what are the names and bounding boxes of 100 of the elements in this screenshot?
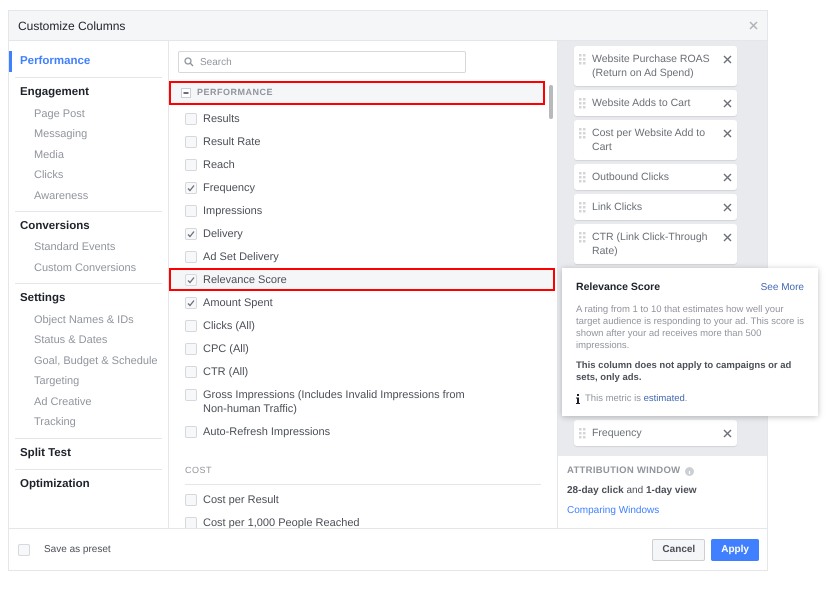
remove-icon[interactable] — [723, 429, 732, 438]
checkbox[interactable] — [185, 342, 197, 354]
column-option[interactable]: Relevance Score — [169, 268, 555, 291]
sidebar-item[interactable]: Custom Conversions — [15, 258, 162, 278]
checkbox[interactable] — [185, 158, 197, 170]
checkbox[interactable] — [185, 274, 197, 286]
column-card[interactable]: Link Clicks — [574, 194, 737, 220]
scrollbar-thumb[interactable] — [549, 85, 553, 119]
column-option[interactable]: Auto-Refresh Impressions — [169, 420, 555, 443]
sidebar-item[interactable]: Tracking — [15, 412, 162, 432]
remove-icon[interactable] — [723, 203, 732, 212]
sidebar-item[interactable]: Goal, Budget & Schedule — [15, 350, 162, 371]
sidebar-item[interactable]: Messaging — [15, 124, 162, 144]
column-option[interactable]: Impressions — [169, 199, 555, 222]
remove-icon[interactable] — [723, 233, 732, 242]
column-card[interactable]: Outbound Clicks — [574, 164, 737, 190]
drag-handle-icon[interactable] — [579, 98, 586, 109]
drag-handle-icon[interactable] — [579, 128, 586, 139]
sidebar-section[interactable]: Engagement — [9, 82, 162, 104]
column-label: Cost per Website Add to Cart — [592, 126, 706, 154]
column-label: Outbound Clicks — [592, 170, 670, 184]
column-option[interactable]: CPC (All) — [169, 337, 555, 360]
checkbox[interactable] — [185, 250, 197, 262]
see-more-link[interactable]: See More — [760, 280, 804, 296]
drag-handle-icon[interactable] — [579, 232, 586, 243]
checkbox[interactable] — [185, 516, 197, 528]
column-option[interactable]: Clicks (All) — [169, 314, 555, 337]
column-option[interactable]: Results — [169, 107, 555, 130]
comparing-windows-link[interactable]: Comparing Windows — [567, 503, 758, 518]
group-header[interactable]: PERFORMANCE — [169, 81, 545, 105]
column-option[interactable]: Ad Set Delivery — [169, 245, 555, 268]
search-input[interactable]: Search — [200, 54, 460, 70]
column-card[interactable]: Cost per Website Add to Cart — [574, 120, 737, 160]
sidebar-item[interactable]: Status & Dates — [15, 330, 162, 350]
column-card[interactable]: Website Purchase ROAS (Return on Ad Spend) — [574, 46, 737, 86]
sidebar-item[interactable]: Clicks — [15, 165, 162, 186]
sidebar-item[interactable]: Awareness — [15, 186, 162, 206]
column-option-label: Gross Impressions (Includes Invalid Impressions from Non-human Traffic) — [203, 388, 465, 416]
drag-handle-icon[interactable] — [579, 202, 586, 213]
sidebar-section[interactable]: Optimization — [9, 474, 162, 495]
drag-handle-icon[interactable] — [579, 428, 586, 439]
checkbox[interactable] — [185, 296, 197, 308]
group-title: PERFORMANCE — [197, 86, 274, 100]
checkbox[interactable] — [185, 494, 197, 506]
estimated-link[interactable]: estimated — [644, 392, 685, 404]
column-option[interactable]: Amount Spent — [169, 291, 555, 314]
close-icon[interactable] — [749, 21, 758, 30]
remove-icon[interactable] — [723, 99, 732, 108]
column-label: CTR (Link Click-Through Rate) — [592, 230, 709, 258]
sidebar-item[interactable]: Ad Creative — [15, 392, 162, 412]
column-card[interactable]: Frequency — [574, 420, 737, 446]
column-option[interactable]: Result Rate — [169, 130, 555, 153]
checkbox[interactable] — [185, 366, 197, 378]
sidebar-item[interactable]: Object Names & IDs — [15, 310, 162, 330]
column-option[interactable]: Frequency — [169, 176, 555, 199]
checkbox[interactable] — [185, 136, 197, 148]
column-option[interactable]: CTR (All) — [169, 360, 555, 383]
sidebar-item[interactable]: Standard Events — [15, 237, 162, 258]
checkbox[interactable] — [18, 544, 30, 556]
drag-handle-icon[interactable] — [579, 54, 586, 65]
sidebar-section[interactable]: Performance — [9, 51, 162, 72]
remove-icon[interactable] — [723, 129, 732, 138]
group-title: COST — [185, 465, 212, 475]
column-option-label: CTR (All) — [203, 364, 248, 378]
checkbox[interactable] — [185, 204, 197, 216]
column-card[interactable]: Website Adds to Cart — [574, 90, 737, 116]
info-icon[interactable] — [685, 466, 694, 476]
drag-handle-icon[interactable] — [579, 172, 586, 183]
minus-icon[interactable] — [181, 88, 191, 98]
sidebar-item[interactable]: Targeting — [15, 371, 162, 392]
remove-icon[interactable] — [723, 55, 732, 64]
search-field[interactable]: Search — [178, 51, 466, 73]
column-option[interactable]: Cost per 1,000 People Reached — [169, 511, 555, 528]
remove-icon[interactable] — [723, 173, 732, 182]
sidebar-section[interactable]: Split Test — [9, 442, 162, 464]
column-option[interactable]: Gross Impressions (Includes Invalid Impressions from Non-human Traffic) — [169, 383, 555, 420]
column-option[interactable]: Cost per Result — [169, 488, 555, 511]
cancel-button[interactable]: Cancel — [652, 538, 706, 560]
column-option-label: CPC (All) — [203, 342, 249, 356]
sidebar-item[interactable]: Media — [15, 144, 162, 165]
column-option-label: Result Rate — [203, 134, 260, 148]
checkbox[interactable] — [185, 320, 197, 332]
tooltip-title: Relevance Score — [576, 280, 660, 295]
column-option-label: Results — [203, 112, 240, 126]
dialog-title: Customize Columns — [18, 18, 126, 34]
apply-button[interactable]: Apply — [711, 538, 759, 560]
column-option[interactable]: Delivery — [169, 222, 555, 245]
checkbox[interactable] — [185, 426, 197, 438]
sidebar-section[interactable]: Settings — [9, 288, 162, 310]
column-option[interactable]: Reach — [169, 153, 555, 176]
checkbox[interactable] — [185, 182, 197, 194]
checkbox[interactable] — [185, 112, 197, 124]
sidebar-section[interactable]: Conversions — [9, 216, 162, 238]
column-option-label: Auto-Refresh Impressions — [203, 424, 330, 438]
checkbox[interactable] — [185, 388, 197, 400]
checkbox[interactable] — [185, 228, 197, 240]
tooltip-info-text: This metric is estimated. — [585, 392, 688, 406]
sidebar-item[interactable]: Page Post — [15, 104, 162, 124]
column-option-label: Ad Set Delivery — [203, 250, 279, 264]
column-card[interactable]: CTR (Link Click-Through Rate) — [574, 224, 737, 264]
